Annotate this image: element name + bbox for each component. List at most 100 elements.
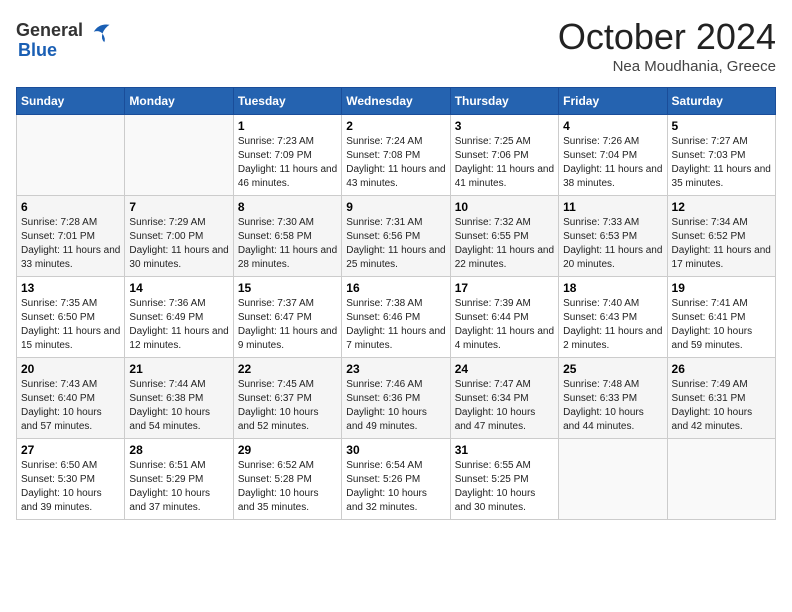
day-info: Sunrise: 7:32 AM Sunset: 6:55 PM Dayligh… [455, 216, 554, 272]
calendar-cell: 29 Sunrise: 6:52 AM Sunset: 5:28 PM Dayli… [233, 439, 341, 520]
calendar-cell: 9 Sunrise: 7:31 AM Sunset: 6:56 PM Daylig… [342, 196, 450, 277]
weekday-header: Friday [559, 88, 667, 115]
calendar-cell [125, 115, 233, 196]
weekday-header: Thursday [450, 88, 558, 115]
day-info: Sunrise: 6:52 AM Sunset: 5:28 PM Dayligh… [238, 459, 337, 515]
weekday-header: Sunday [17, 88, 125, 115]
calendar-cell: 11 Sunrise: 7:33 AM Sunset: 6:53 PM Dayli… [559, 196, 667, 277]
day-info: Sunrise: 7:49 AM Sunset: 6:31 PM Dayligh… [672, 378, 771, 434]
calendar-cell: 5 Sunrise: 7:27 AM Sunset: 7:03 PM Daylig… [667, 115, 775, 196]
calendar-cell: 4 Sunrise: 7:26 AM Sunset: 7:04 PM Daylig… [559, 115, 667, 196]
day-number: 26 [672, 362, 771, 376]
calendar-cell: 6 Sunrise: 7:28 AM Sunset: 7:01 PM Daylig… [17, 196, 125, 277]
calendar-cell [17, 115, 125, 196]
calendar-cell: 14 Sunrise: 7:36 AM Sunset: 6:49 PM Dayli… [125, 277, 233, 358]
day-number: 11 [563, 200, 662, 214]
calendar-cell [667, 439, 775, 520]
day-number: 28 [129, 443, 228, 457]
day-info: Sunrise: 7:44 AM Sunset: 6:38 PM Dayligh… [129, 378, 228, 434]
day-number: 1 [238, 119, 337, 133]
day-number: 4 [563, 119, 662, 133]
calendar-cell: 7 Sunrise: 7:29 AM Sunset: 7:00 PM Daylig… [125, 196, 233, 277]
day-number: 29 [238, 443, 337, 457]
weekday-header: Monday [125, 88, 233, 115]
calendar-cell: 28 Sunrise: 6:51 AM Sunset: 5:29 PM Dayli… [125, 439, 233, 520]
calendar-cell: 24Sunrise: 7:47 AM Sunset: 6:34 PM Dayli… [450, 358, 558, 439]
calendar-cell: 27 Sunrise: 6:50 AM Sunset: 5:30 PM Dayli… [17, 439, 125, 520]
day-info: Sunrise: 7:37 AM Sunset: 6:47 PM Dayligh… [238, 297, 337, 353]
calendar-cell: 15 Sunrise: 7:37 AM Sunset: 6:47 PM Dayli… [233, 277, 341, 358]
day-number: 14 [129, 281, 228, 295]
calendar-cell [559, 439, 667, 520]
day-info: Sunrise: 7:29 AM Sunset: 7:00 PM Dayligh… [129, 216, 228, 272]
logo: General Blue [16, 16, 113, 61]
calendar-cell: 25 Sunrise: 7:48 AM Sunset: 6:33 PM Dayli… [559, 358, 667, 439]
calendar-cell: 12Sunrise: 7:34 AM Sunset: 6:52 PM Dayli… [667, 196, 775, 277]
day-number: 16 [346, 281, 445, 295]
day-info: Sunrise: 7:30 AM Sunset: 6:58 PM Dayligh… [238, 216, 337, 272]
day-info: Sunrise: 6:54 AM Sunset: 5:26 PM Dayligh… [346, 459, 445, 515]
title-block: October 2024 Nea Moudhania, Greece [558, 16, 776, 75]
day-info: Sunrise: 7:36 AM Sunset: 6:49 PM Dayligh… [129, 297, 228, 353]
day-number: 25 [563, 362, 662, 376]
calendar-cell: 30 Sunrise: 6:54 AM Sunset: 5:26 PM Dayli… [342, 439, 450, 520]
calendar-cell: 31Sunrise: 6:55 AM Sunset: 5:25 PM Dayli… [450, 439, 558, 520]
day-info: Sunrise: 7:39 AM Sunset: 6:44 PM Dayligh… [455, 297, 554, 353]
day-info: Sunrise: 7:24 AM Sunset: 7:08 PM Dayligh… [346, 135, 445, 191]
day-number: 7 [129, 200, 228, 214]
calendar-cell: 16 Sunrise: 7:38 AM Sunset: 6:46 PM Dayli… [342, 277, 450, 358]
day-number: 30 [346, 443, 445, 457]
logo-bird-icon [85, 16, 113, 44]
day-info: Sunrise: 7:38 AM Sunset: 6:46 PM Dayligh… [346, 297, 445, 353]
day-info: Sunrise: 7:46 AM Sunset: 6:36 PM Dayligh… [346, 378, 445, 434]
calendar-cell: 26 Sunrise: 7:49 AM Sunset: 6:31 PM Dayli… [667, 358, 775, 439]
day-number: 23 [346, 362, 445, 376]
calendar-cell: 3Sunrise: 7:25 AM Sunset: 7:06 PM Daylig… [450, 115, 558, 196]
page-header: General Blue October 2024 Nea Moudhania,… [16, 16, 776, 75]
weekday-header: Wednesday [342, 88, 450, 115]
day-info: Sunrise: 7:41 AM Sunset: 6:41 PM Dayligh… [672, 297, 771, 353]
calendar-cell: 19 Sunrise: 7:41 AM Sunset: 6:41 PM Dayli… [667, 277, 775, 358]
calendar-table: SundayMondayTuesdayWednesdayThursdayFrid… [16, 87, 776, 520]
month-title: October 2024 [558, 16, 776, 58]
day-info: Sunrise: 7:48 AM Sunset: 6:33 PM Dayligh… [563, 378, 662, 434]
day-number: 17 [455, 281, 554, 295]
day-number: 5 [672, 119, 771, 133]
day-info: Sunrise: 7:31 AM Sunset: 6:56 PM Dayligh… [346, 216, 445, 272]
weekday-header: Saturday [667, 88, 775, 115]
logo-general: General [16, 20, 83, 41]
day-info: Sunrise: 7:43 AM Sunset: 6:40 PM Dayligh… [21, 378, 120, 434]
calendar-cell: 23 Sunrise: 7:46 AM Sunset: 6:36 PM Dayli… [342, 358, 450, 439]
calendar-cell: 2 Sunrise: 7:24 AM Sunset: 7:08 PM Daylig… [342, 115, 450, 196]
calendar-cell: 1 Sunrise: 7:23 AM Sunset: 7:09 PM Daylig… [233, 115, 341, 196]
day-info: Sunrise: 6:51 AM Sunset: 5:29 PM Dayligh… [129, 459, 228, 515]
calendar-cell: 21Sunrise: 7:44 AM Sunset: 6:38 PM Dayli… [125, 358, 233, 439]
day-info: Sunrise: 7:28 AM Sunset: 7:01 PM Dayligh… [21, 216, 120, 272]
day-info: Sunrise: 7:23 AM Sunset: 7:09 PM Dayligh… [238, 135, 337, 191]
location: Nea Moudhania, Greece [558, 58, 776, 75]
day-number: 9 [346, 200, 445, 214]
calendar-cell: 10 Sunrise: 7:32 AM Sunset: 6:55 PM Dayli… [450, 196, 558, 277]
weekday-header: Tuesday [233, 88, 341, 115]
day-number: 12 [672, 200, 771, 214]
day-number: 18 [563, 281, 662, 295]
logo-blue: Blue [18, 40, 57, 61]
day-number: 20 [21, 362, 120, 376]
day-number: 8 [238, 200, 337, 214]
day-number: 15 [238, 281, 337, 295]
day-number: 13 [21, 281, 120, 295]
day-info: Sunrise: 7:35 AM Sunset: 6:50 PM Dayligh… [21, 297, 120, 353]
calendar-cell: 17 Sunrise: 7:39 AM Sunset: 6:44 PM Dayli… [450, 277, 558, 358]
calendar-cell: 22Sunrise: 7:45 AM Sunset: 6:37 PM Dayli… [233, 358, 341, 439]
day-number: 2 [346, 119, 445, 133]
day-number: 31 [455, 443, 554, 457]
day-info: Sunrise: 7:27 AM Sunset: 7:03 PM Dayligh… [672, 135, 771, 191]
day-number: 6 [21, 200, 120, 214]
day-info: Sunrise: 6:50 AM Sunset: 5:30 PM Dayligh… [21, 459, 120, 515]
day-info: Sunrise: 7:26 AM Sunset: 7:04 PM Dayligh… [563, 135, 662, 191]
day-number: 27 [21, 443, 120, 457]
day-info: Sunrise: 7:33 AM Sunset: 6:53 PM Dayligh… [563, 216, 662, 272]
day-number: 19 [672, 281, 771, 295]
calendar-cell: 18Sunrise: 7:40 AM Sunset: 6:43 PM Dayli… [559, 277, 667, 358]
day-number: 10 [455, 200, 554, 214]
